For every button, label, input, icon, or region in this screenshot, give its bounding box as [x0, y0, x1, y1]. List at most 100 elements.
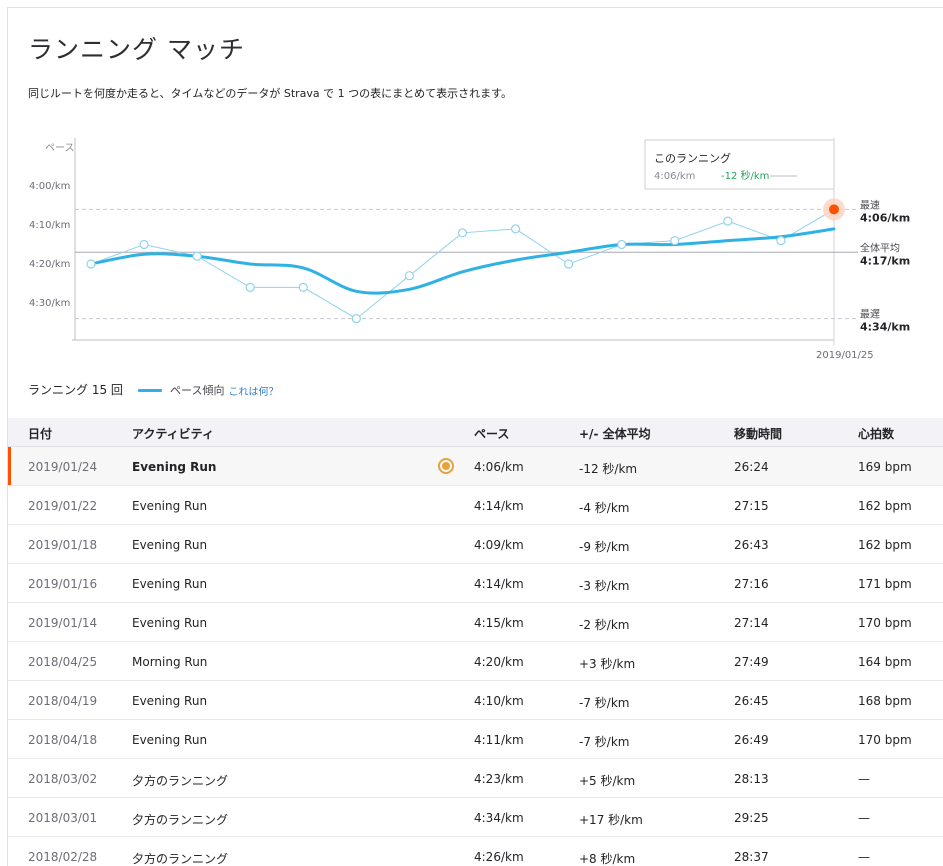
- row-pace: 4:20/km: [474, 655, 524, 669]
- row-diff: +8 秒/km: [579, 852, 636, 866]
- tooltip-diff: -12 秒/km: [721, 169, 769, 182]
- table-row[interactable]: 2018/03/02 夕方のランニング 4:23/km +5 秒/km 28:13 —: [8, 759, 943, 798]
- x-tick-label: 2019/01/25: [816, 350, 874, 361]
- row-date: 2018/04/25: [28, 655, 98, 669]
- row-date: 2018/04/19: [28, 694, 98, 708]
- row-heart-rate: 171 bpm: [858, 577, 912, 591]
- table-row[interactable]: 2018/03/01 夕方のランニング 4:34/km +17 秒/km 29:25 —: [8, 798, 943, 837]
- reference-value: 4:06/km: [860, 211, 910, 224]
- row-pace: 4:09/km: [474, 538, 524, 552]
- row-activity-link[interactable]: Morning Run: [132, 655, 207, 669]
- page-title: ランニング マッチ: [28, 35, 245, 64]
- y-tick-label: 4:00/km: [29, 181, 70, 192]
- row-pace: 4:34/km: [474, 811, 524, 825]
- row-date: 2019/01/24: [28, 460, 98, 474]
- row-date: 2018/04/18: [28, 733, 98, 747]
- table-row[interactable]: 2019/01/18 Evening Run 4:09/km -9 秒/km 26:43…: [8, 525, 943, 564]
- row-diff: +3 秒/km: [579, 657, 636, 671]
- header-moving-time[interactable]: 移動時間: [734, 425, 782, 442]
- selected-row-marker: [8, 447, 11, 485]
- row-moving-time: 26:24: [734, 460, 769, 474]
- row-date: 2019/01/22: [28, 499, 98, 513]
- header-date[interactable]: 日付: [28, 425, 52, 442]
- pace-data-point: [670, 235, 680, 246]
- reference-value: 4:17/km: [860, 254, 910, 267]
- pace-data-point: [457, 228, 468, 238]
- row-activity-link[interactable]: Evening Run: [132, 577, 207, 591]
- table-row[interactable]: 2019/01/14 Evening Run 4:15/km -2 秒/km 27:14…: [8, 603, 943, 642]
- row-activity-link[interactable]: Evening Run: [132, 460, 216, 474]
- table-header: 日付 アクティビティ ペース +/- 全体平均 移動時間 心拍数: [8, 418, 943, 447]
- row-moving-time: 26:49: [734, 733, 769, 747]
- row-pace: 4:14/km: [474, 499, 524, 513]
- row-pace: 4:14/km: [474, 577, 524, 591]
- table-row[interactable]: 2019/01/22 Evening Run 4:14/km -4 秒/km 27:15…: [8, 486, 943, 525]
- header-diff[interactable]: +/- 全体平均: [579, 425, 651, 442]
- table-row[interactable]: 2019/01/24 Evening Run 4:06/km -12 秒/km 26:2…: [8, 447, 943, 486]
- row-moving-time: 27:15: [734, 499, 769, 513]
- medal-center-icon: [442, 462, 450, 470]
- table-row[interactable]: 2018/04/18 Evening Run 4:11/km -7 秒/km 26:49…: [8, 720, 943, 759]
- pace-trend-line: [89, 227, 836, 295]
- row-pace: 4:10/km: [474, 694, 524, 708]
- row-moving-time: 26:45: [734, 694, 769, 708]
- row-activity-link[interactable]: Evening Run: [132, 616, 207, 630]
- pace-data-point: [564, 259, 574, 269]
- row-heart-rate: 169 bpm: [858, 460, 912, 474]
- table-row[interactable]: 2019/01/16 Evening Run 4:14/km -3 秒/km 27:16…: [8, 564, 943, 603]
- row-moving-time: 27:49: [734, 655, 769, 669]
- row-date: 2018/03/02: [28, 772, 98, 786]
- reference-label: 最速: [860, 199, 880, 211]
- y-axis-title: ペース: [45, 143, 75, 154]
- table-row[interactable]: 2018/02/28 夕方のランニング 4:26/km +8 秒/km 28:37 —: [8, 837, 943, 866]
- row-activity-link[interactable]: 夕方のランニング: [132, 811, 228, 828]
- row-moving-time: 27:14: [734, 616, 769, 630]
- row-date: 2019/01/16: [28, 577, 98, 591]
- table-row[interactable]: 2018/04/25 Morning Run 4:20/km +3 秒/km 27:49…: [8, 642, 943, 681]
- table-row[interactable]: 2018/04/19 Evening Run 4:10/km -7 秒/km 26:45…: [8, 681, 943, 720]
- row-heart-rate: —: [858, 772, 870, 786]
- row-activity-link[interactable]: Evening Run: [132, 499, 207, 513]
- row-activity-link[interactable]: Evening Run: [132, 733, 207, 747]
- header-activity[interactable]: アクティビティ: [132, 425, 214, 442]
- row-heart-rate: 162 bpm: [858, 538, 912, 552]
- table-body: 2019/01/24 Evening Run 4:06/km -12 秒/km 26:2…: [8, 447, 943, 866]
- row-heart-rate: —: [858, 811, 870, 825]
- row-pace: 4:23/km: [474, 772, 524, 786]
- pace-data-point: [723, 216, 733, 226]
- row-date: 2019/01/18: [28, 538, 98, 552]
- reference-label: 全体平均: [860, 241, 900, 254]
- row-activity-link[interactable]: Evening Run: [132, 538, 207, 552]
- pace-data-point: [404, 271, 415, 281]
- reference-value: 4:34/km: [860, 321, 910, 334]
- row-pace: 4:06/km: [474, 460, 524, 474]
- row-moving-time: 28:37: [734, 850, 769, 864]
- legend-label: ペース傾向: [170, 384, 225, 397]
- row-heart-rate: 170 bpm: [858, 733, 912, 747]
- row-date: 2019/01/14: [28, 616, 98, 630]
- reference-label: 最遅: [860, 309, 880, 321]
- current-run-point: [829, 204, 839, 215]
- row-diff: -12 秒/km: [579, 462, 638, 476]
- header-heart-rate[interactable]: 心拍数: [858, 425, 894, 442]
- run-count: ランニング 15 回: [28, 383, 123, 397]
- row-date: 2018/02/28: [28, 850, 98, 864]
- row-diff: +17 秒/km: [579, 813, 643, 827]
- row-moving-time: 28:13: [734, 772, 769, 786]
- row-diff: -7 秒/km: [579, 735, 630, 749]
- row-activity-link[interactable]: 夕方のランニング: [132, 772, 228, 789]
- row-moving-time: 27:16: [734, 577, 769, 591]
- tooltip-title: このランニング: [654, 151, 731, 165]
- row-activity-link[interactable]: 夕方のランニング: [132, 850, 228, 866]
- row-pace: 4:26/km: [474, 850, 524, 864]
- row-moving-time: 29:25: [734, 811, 769, 825]
- row-date: 2018/03/01: [28, 811, 98, 825]
- header-pace[interactable]: ペース: [474, 425, 509, 442]
- row-heart-rate: —: [858, 850, 870, 864]
- row-activity-link[interactable]: Evening Run: [132, 694, 207, 708]
- pace-data-point: [776, 235, 786, 246]
- pace-data-point: [86, 259, 96, 269]
- whats-this-link[interactable]: これは何？: [228, 383, 278, 398]
- tooltip-pace: 4:06/km: [654, 171, 695, 182]
- pace-data-line: [90, 208, 835, 320]
